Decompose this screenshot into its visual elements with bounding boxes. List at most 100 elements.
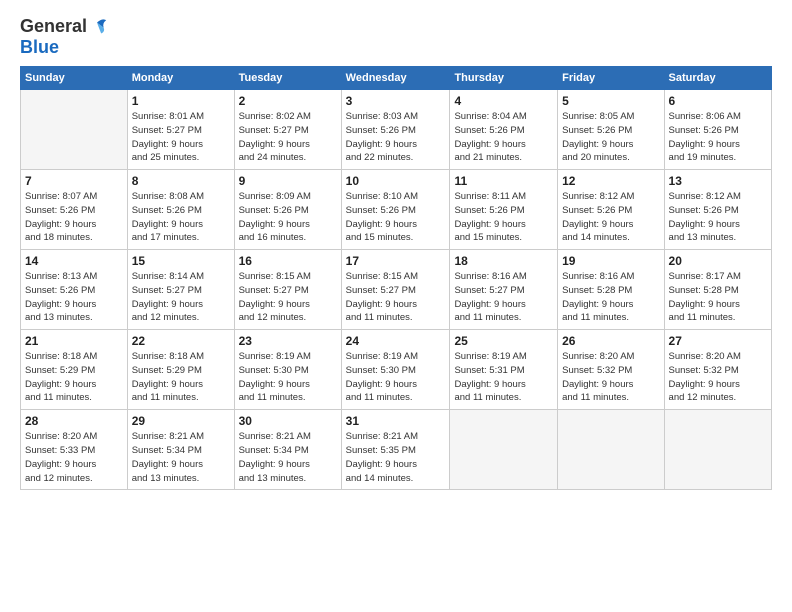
calendar-cell: 15 Sunrise: 8:14 AMSunset: 5:27 PMDayligh… [127,250,234,330]
day-number: 17 [346,254,446,268]
calendar-cell: 18Sunrise: 8:16 AMSunset: 5:27 PMDayligh… [450,250,558,330]
day-info: Sunrise: 8:06 AMSunset: 5:26 PMDaylight:… [669,110,767,165]
day-number: 24 [346,334,446,348]
day-info: Sunrise: 8:20 AMSunset: 5:33 PMDaylight:… [25,430,123,485]
calendar-table: SundayMondayTuesdayWednesdayThursdayFrid… [20,66,772,490]
day-number: 20 [669,254,767,268]
day-info: Sunrise: 8:21 AMSunset: 5:34 PMDaylight:… [132,430,230,485]
day-number: 10 [346,174,446,188]
day-info: Sunrise: 8:03 AMSunset: 5:26 PMDaylight:… [346,110,446,165]
day-number: 6 [669,94,767,108]
day-number: 23 [239,334,337,348]
calendar-header-saturday: Saturday [664,67,771,90]
day-number: 22 [132,334,230,348]
day-info: Sunrise: 8:08 AMSunset: 5:26 PMDaylight:… [132,190,230,245]
calendar-cell: 31 Sunrise: 8:21 AMSunset: 5:35 PMDayligh… [341,410,450,490]
day-number: 5 [562,94,659,108]
calendar-week-row: 1 Sunrise: 8:01 AMSunset: 5:27 PMDaylight… [21,90,772,170]
calendar-week-row: 7 Sunrise: 8:07 AMSunset: 5:26 PMDaylight… [21,170,772,250]
day-number: 14 [25,254,123,268]
logo-container: General Blue [20,16,107,56]
day-number: 9 [239,174,337,188]
day-number: 15 [132,254,230,268]
calendar-cell: 6 Sunrise: 8:06 AMSunset: 5:26 PMDaylight… [664,90,771,170]
calendar-cell: 29Sunrise: 8:21 AMSunset: 5:34 PMDayligh… [127,410,234,490]
day-info: Sunrise: 8:21 AMSunset: 5:35 PMDaylight:… [346,430,446,485]
calendar-week-row: 14 Sunrise: 8:13 AMSunset: 5:26 PMDayligh… [21,250,772,330]
calendar-header-sunday: Sunday [21,67,128,90]
calendar-cell: 21 Sunrise: 8:18 AMSunset: 5:29 PMDayligh… [21,330,128,410]
calendar-cell: 11 Sunrise: 8:11 AMSunset: 5:26 PMDayligh… [450,170,558,250]
day-info: Sunrise: 8:07 AMSunset: 5:26 PMDaylight:… [25,190,123,245]
calendar-header-friday: Friday [558,67,664,90]
day-number: 19 [562,254,659,268]
day-info: Sunrise: 8:13 AMSunset: 5:26 PMDaylight:… [25,270,123,325]
day-info: Sunrise: 8:16 AMSunset: 5:27 PMDaylight:… [454,270,553,325]
day-number: 2 [239,94,337,108]
day-info: Sunrise: 8:11 AMSunset: 5:26 PMDaylight:… [454,190,553,245]
calendar-cell: 7 Sunrise: 8:07 AMSunset: 5:26 PMDaylight… [21,170,128,250]
calendar-cell: 9 Sunrise: 8:09 AMSunset: 5:26 PMDaylight… [234,170,341,250]
day-info: Sunrise: 8:15 AMSunset: 5:27 PMDaylight:… [239,270,337,325]
day-info: Sunrise: 8:18 AMSunset: 5:29 PMDaylight:… [25,350,123,405]
page: General Blue SundayMondayTuesdayWednesda… [0,0,792,612]
calendar-cell: 14 Sunrise: 8:13 AMSunset: 5:26 PMDayligh… [21,250,128,330]
calendar-cell: 24 Sunrise: 8:19 AMSunset: 5:30 PMDayligh… [341,330,450,410]
day-info: Sunrise: 8:20 AMSunset: 5:32 PMDaylight:… [562,350,659,405]
calendar-cell: 12 Sunrise: 8:12 AMSunset: 5:26 PMDayligh… [558,170,664,250]
day-info: Sunrise: 8:10 AMSunset: 5:26 PMDaylight:… [346,190,446,245]
day-info: Sunrise: 8:12 AMSunset: 5:26 PMDaylight:… [562,190,659,245]
calendar-week-row: 21 Sunrise: 8:18 AMSunset: 5:29 PMDayligh… [21,330,772,410]
logo: General Blue [20,16,107,56]
day-number: 7 [25,174,123,188]
day-number: 12 [562,174,659,188]
day-info: Sunrise: 8:14 AMSunset: 5:27 PMDaylight:… [132,270,230,325]
calendar-cell: 20 Sunrise: 8:17 AMSunset: 5:28 PMDayligh… [664,250,771,330]
calendar-cell: 23Sunrise: 8:19 AMSunset: 5:30 PMDayligh… [234,330,341,410]
calendar-cell: 16 Sunrise: 8:15 AMSunset: 5:27 PMDayligh… [234,250,341,330]
day-info: Sunrise: 8:16 AMSunset: 5:28 PMDaylight:… [562,270,659,325]
day-number: 21 [25,334,123,348]
day-number: 25 [454,334,553,348]
calendar-cell [450,410,558,490]
day-number: 11 [454,174,553,188]
day-info: Sunrise: 8:20 AMSunset: 5:32 PMDaylight:… [669,350,767,405]
calendar-cell: 22 Sunrise: 8:18 AMSunset: 5:29 PMDayligh… [127,330,234,410]
day-info: Sunrise: 8:09 AMSunset: 5:26 PMDaylight:… [239,190,337,245]
day-info: Sunrise: 8:12 AMSunset: 5:26 PMDaylight:… [669,190,767,245]
day-info: Sunrise: 8:18 AMSunset: 5:29 PMDaylight:… [132,350,230,405]
calendar-header-thursday: Thursday [450,67,558,90]
day-info: Sunrise: 8:17 AMSunset: 5:28 PMDaylight:… [669,270,767,325]
day-number: 4 [454,94,553,108]
calendar-cell: 26 Sunrise: 8:20 AMSunset: 5:32 PMDayligh… [558,330,664,410]
calendar-cell [21,90,128,170]
logo-blue-text: Blue [20,38,107,56]
calendar-cell [664,410,771,490]
day-info: Sunrise: 8:21 AMSunset: 5:34 PMDaylight:… [239,430,337,485]
calendar-cell: 30 Sunrise: 8:21 AMSunset: 5:34 PMDayligh… [234,410,341,490]
calendar-cell: 1 Sunrise: 8:01 AMSunset: 5:27 PMDaylight… [127,90,234,170]
day-info: Sunrise: 8:01 AMSunset: 5:27 PMDaylight:… [132,110,230,165]
day-info: Sunrise: 8:04 AMSunset: 5:26 PMDaylight:… [454,110,553,165]
calendar-week-row: 28Sunrise: 8:20 AMSunset: 5:33 PMDayligh… [21,410,772,490]
calendar-cell: 5Sunrise: 8:05 AMSunset: 5:26 PMDaylight… [558,90,664,170]
calendar-cell: 2 Sunrise: 8:02 AMSunset: 5:27 PMDaylight… [234,90,341,170]
day-number: 8 [132,174,230,188]
logo-general-text: General [20,16,87,36]
calendar-cell: 25 Sunrise: 8:19 AMSunset: 5:31 PMDayligh… [450,330,558,410]
day-info: Sunrise: 8:15 AMSunset: 5:27 PMDaylight:… [346,270,446,325]
day-number: 16 [239,254,337,268]
day-info: Sunrise: 8:19 AMSunset: 5:30 PMDaylight:… [346,350,446,405]
day-number: 1 [132,94,230,108]
day-number: 13 [669,174,767,188]
day-number: 31 [346,414,446,428]
calendar-header-row: SundayMondayTuesdayWednesdayThursdayFrid… [21,67,772,90]
calendar-cell: 4 Sunrise: 8:04 AMSunset: 5:26 PMDaylight… [450,90,558,170]
day-number: 30 [239,414,337,428]
header: General Blue [20,16,772,56]
calendar-cell: 19 Sunrise: 8:16 AMSunset: 5:28 PMDayligh… [558,250,664,330]
logo-bird-icon [87,16,107,36]
day-info: Sunrise: 8:02 AMSunset: 5:27 PMDaylight:… [239,110,337,165]
day-info: Sunrise: 8:19 AMSunset: 5:31 PMDaylight:… [454,350,553,405]
day-number: 26 [562,334,659,348]
